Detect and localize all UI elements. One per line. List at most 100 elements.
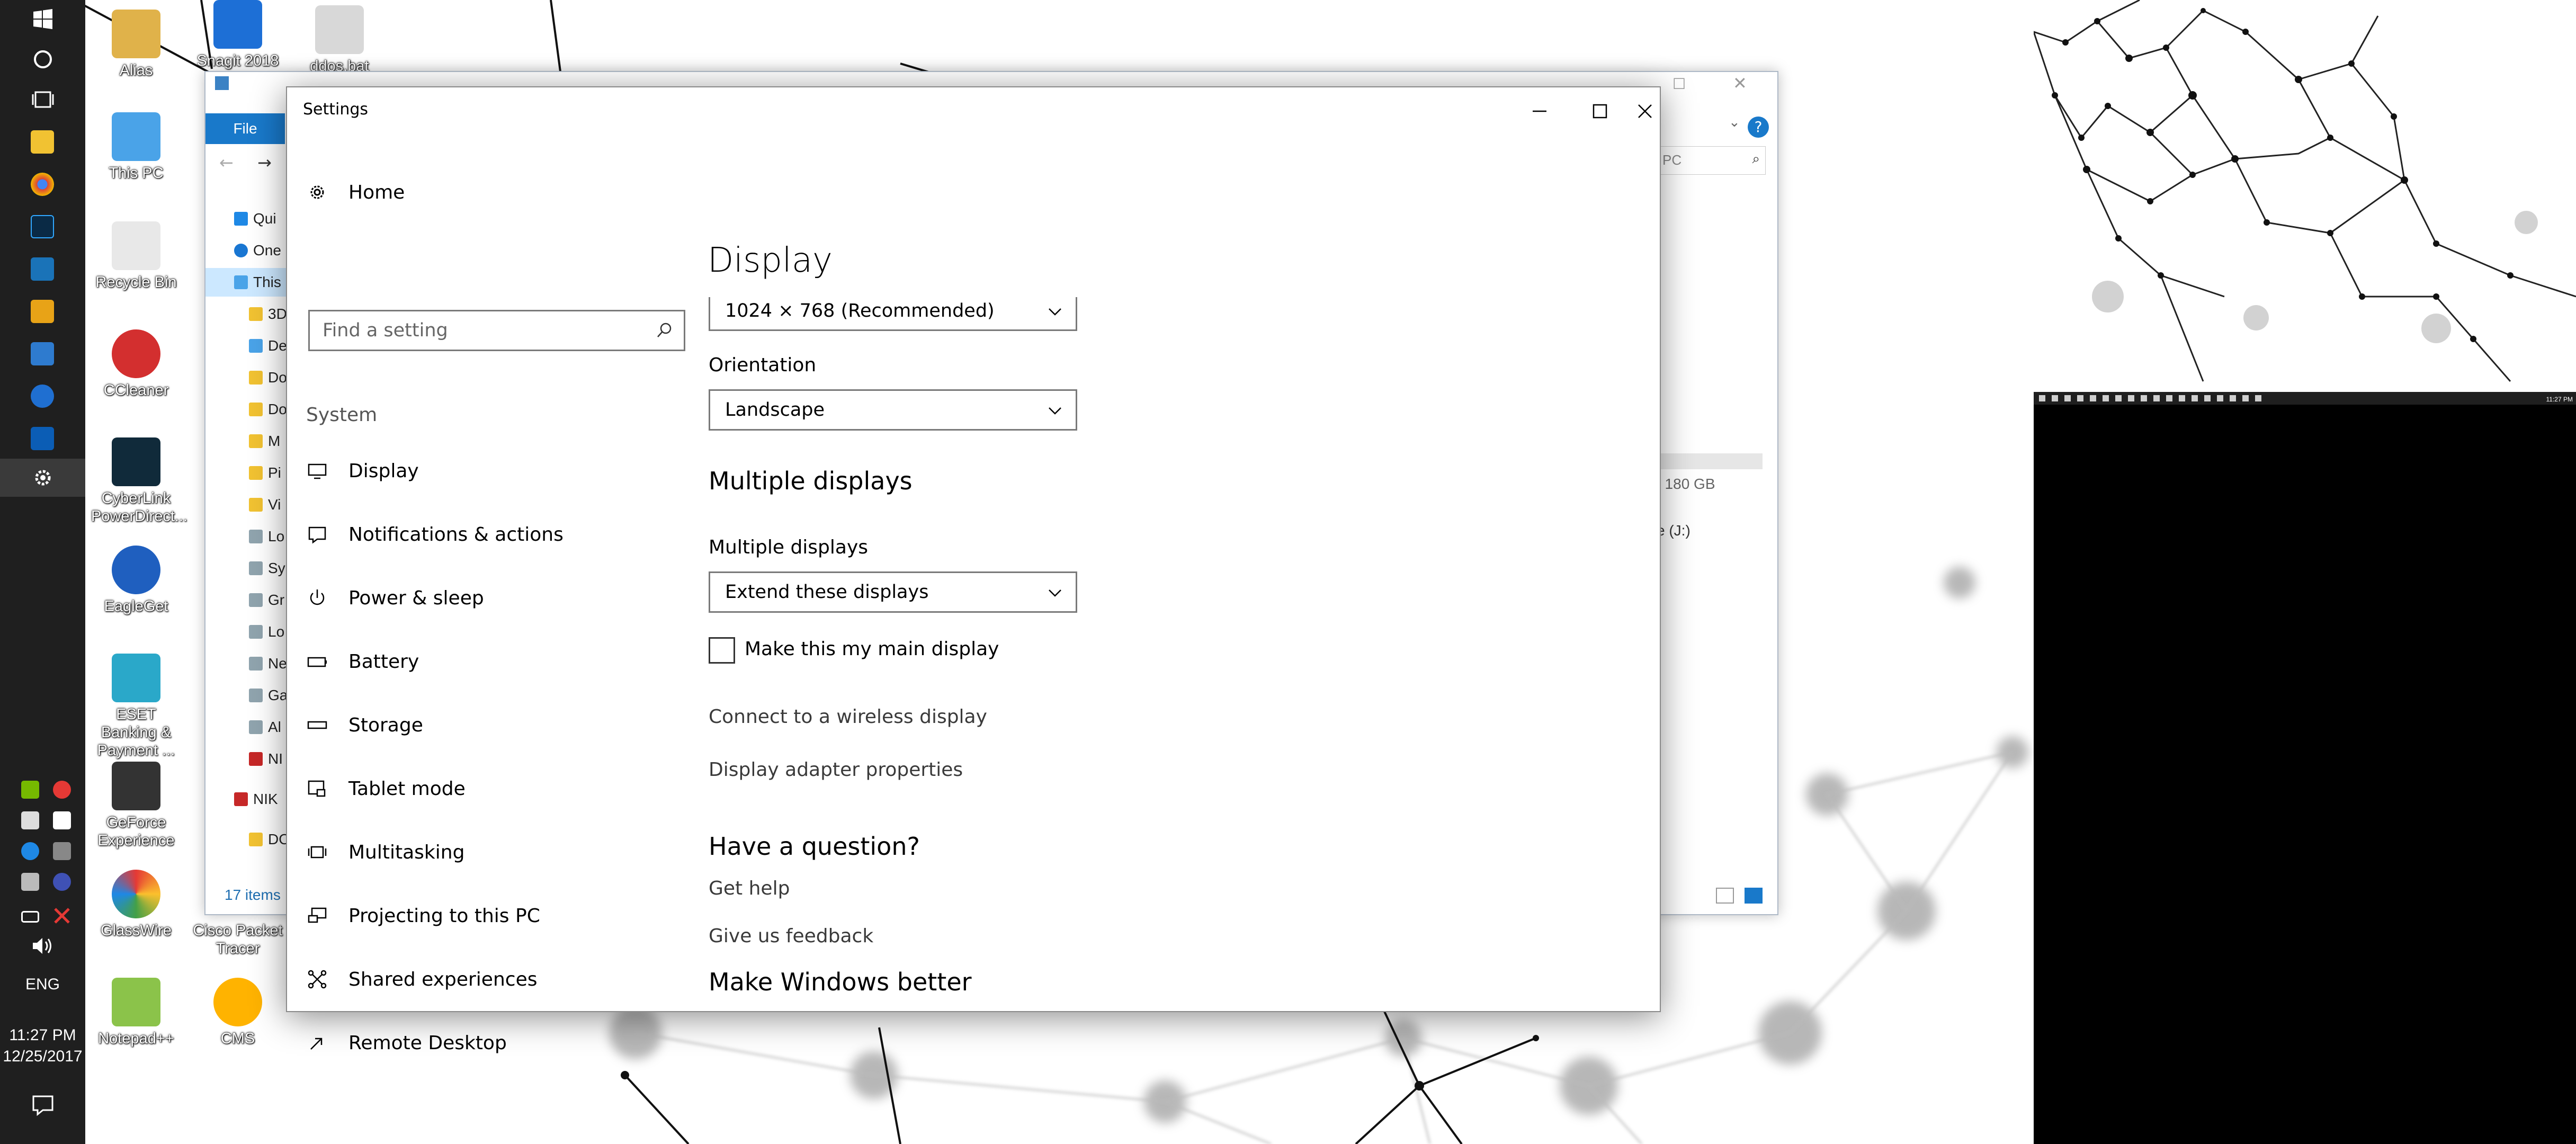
clock-time[interactable]: 11:27 PM <box>0 1026 85 1044</box>
desktop-icon-ccleaner[interactable]: CCleaner <box>91 329 181 399</box>
desktop-icon-snagit[interactable]: Snagit 2018 <box>193 0 283 70</box>
nav-3d-objects[interactable]: 3D <box>249 300 287 328</box>
wireless-display-link[interactable]: Connect to a wireless display <box>709 706 987 728</box>
display-adapter-link[interactable]: Display adapter properties <box>709 759 963 781</box>
nav-battery[interactable]: Battery <box>287 635 705 688</box>
media-player-icon[interactable] <box>31 300 54 323</box>
desktop-icon-eset-banking[interactable]: ESET Banking & Payment ... <box>91 654 181 759</box>
ribbon-expand-icon[interactable]: ⌄ <box>1729 114 1740 130</box>
action-center-icon[interactable] <box>0 1086 85 1124</box>
multiple-displays-heading: Multiple displays <box>709 467 913 495</box>
desktop-icon-notepad-plus[interactable]: Notepad++ <box>91 978 181 1048</box>
nav-nikon-card[interactable]: NIK <box>234 785 278 814</box>
minimize-button[interactable] <box>1509 87 1570 135</box>
desktop-icon-cyberlink[interactable]: CyberLink PowerDirect... <box>91 437 187 525</box>
nav-display[interactable]: Display <box>287 444 705 497</box>
chrome-icon[interactable] <box>31 173 54 196</box>
language-indicator[interactable]: ENG <box>0 976 85 994</box>
nav-videos[interactable]: Vi <box>249 490 281 519</box>
page-title: Display <box>708 241 833 280</box>
desktop-icon-cms[interactable]: CMS <box>193 978 283 1048</box>
battery-tray-icon[interactable] <box>21 911 39 923</box>
clock-date[interactable]: 12/25/2017 <box>0 1048 85 1066</box>
photos-icon[interactable] <box>31 257 54 281</box>
multiple-displays-dropdown[interactable]: Extend these displays <box>709 571 1077 613</box>
nvidia-tray-icon[interactable] <box>21 781 39 799</box>
explorer-search-box[interactable]: PC ⌕ <box>1657 146 1766 175</box>
nav-system-drive[interactable]: Sy <box>249 554 285 583</box>
desktop-icon-ddos-bat[interactable]: ddos.bat <box>294 5 384 75</box>
shield-tray-icon[interactable] <box>53 811 71 829</box>
nav-drive-ne[interactable]: Ne <box>249 649 287 678</box>
nav-remote-desktop[interactable]: Remote Desktop <box>287 1016 705 1069</box>
nav-downloads[interactable]: Do <box>249 395 287 424</box>
nav-folder-do[interactable]: DO <box>249 825 290 854</box>
nav-music[interactable]: M <box>249 427 280 455</box>
give-feedback-link[interactable]: Give us feedback <box>709 925 873 947</box>
desktop-icon-geforce[interactable]: GeForce Experience <box>91 762 181 850</box>
nav-desktop[interactable]: De <box>249 332 287 360</box>
nav-notifications-actions[interactable]: Notifications & actions <box>287 508 705 561</box>
main-display-checkbox-label[interactable]: Make this my main display <box>745 638 999 660</box>
network-tray-icon[interactable] <box>53 907 71 925</box>
desktop-icon-this-pc[interactable]: This PC <box>91 112 181 182</box>
details-view-icon[interactable] <box>1716 888 1734 904</box>
nav-sd-card[interactable]: NI <box>249 745 283 773</box>
get-help-link[interactable]: Get help <box>709 878 790 899</box>
usb-tray-icon[interactable] <box>21 811 39 829</box>
nav-local-disk[interactable]: Lo <box>249 522 284 551</box>
task-view-icon[interactable] <box>0 81 85 119</box>
nav-quick-access[interactable]: Qui <box>234 204 276 233</box>
nav-tablet-mode[interactable]: Tablet mode <box>287 762 705 815</box>
maximize-button[interactable] <box>1570 87 1630 135</box>
photoshop-icon[interactable] <box>31 215 54 238</box>
forward-arrow-icon[interactable]: → <box>257 153 272 173</box>
nav-projecting[interactable]: Projecting to this PC <box>287 889 705 942</box>
tool-icon[interactable] <box>31 342 54 365</box>
resolution-dropdown[interactable]: 1024 × 768 (Recommended) <box>709 297 1077 331</box>
nav-drive-al[interactable]: Al <box>249 713 281 741</box>
file-explorer-icon[interactable] <box>31 130 54 154</box>
cortana-circle-icon[interactable] <box>0 40 85 78</box>
back-arrow-icon[interactable]: ← <box>219 153 234 173</box>
settings-gear-icon[interactable] <box>0 459 85 497</box>
browser-icon[interactable] <box>31 385 54 408</box>
desktop-icon-eagleget[interactable]: EagleGet <box>91 546 181 615</box>
large-icons-view-icon[interactable] <box>1745 888 1763 904</box>
nav-drive-lo[interactable]: Lo <box>249 618 284 646</box>
printer-tray-icon[interactable] <box>21 873 39 891</box>
nav-shared-experiences[interactable]: Shared experiences <box>287 953 705 1006</box>
settings-titlebar[interactable]: Settings <box>287 87 1660 135</box>
keyboard-tray-icon[interactable] <box>53 842 71 860</box>
help-icon[interactable]: ? <box>1748 117 1769 138</box>
settings-sidebar: Home System Display Notifications & acti… <box>287 135 705 1011</box>
explorer-file-tab[interactable]: File <box>205 113 285 144</box>
nav-onedrive[interactable]: One <box>234 236 281 265</box>
settings-search-box[interactable] <box>308 310 685 351</box>
antivirus-tray-icon[interactable] <box>53 781 71 799</box>
desktop-icon-alias[interactable]: Alias <box>91 10 181 79</box>
close-button[interactable] <box>1630 87 1660 135</box>
edge-icon[interactable] <box>31 427 54 450</box>
explorer-close-icon[interactable]: ✕ <box>1733 73 1747 93</box>
nav-pictures[interactable]: Pi <box>249 459 281 487</box>
nav-this-pc[interactable]: This <box>205 268 290 297</box>
nav-power-sleep[interactable]: Power & sleep <box>287 571 705 624</box>
desktop-icon-glasswire[interactable]: GlassWire <box>91 870 181 940</box>
desktop-icon-recycle-bin[interactable]: Recycle Bin <box>91 221 181 291</box>
home-nav-item[interactable]: Home <box>287 166 705 219</box>
nav-storage[interactable]: Storage <box>287 699 705 752</box>
main-display-checkbox[interactable] <box>709 637 735 664</box>
nav-documents[interactable]: Do <box>249 363 287 392</box>
explorer-maximize-icon[interactable]: ☐ <box>1672 75 1686 93</box>
search-input[interactable] <box>323 311 640 350</box>
windows-start-icon[interactable] <box>0 0 85 38</box>
nav-drive-ga[interactable]: Ga <box>249 681 288 710</box>
cloud-tray-icon[interactable] <box>21 842 39 860</box>
nav-drive-gr[interactable]: Gr <box>249 586 284 614</box>
this-pc-icon <box>112 112 160 161</box>
app-tray-icon[interactable] <box>53 873 71 891</box>
orientation-dropdown[interactable]: Landscape <box>709 389 1077 431</box>
volume-icon[interactable] <box>0 930 85 962</box>
nav-multitasking[interactable]: Multitasking <box>287 826 705 879</box>
